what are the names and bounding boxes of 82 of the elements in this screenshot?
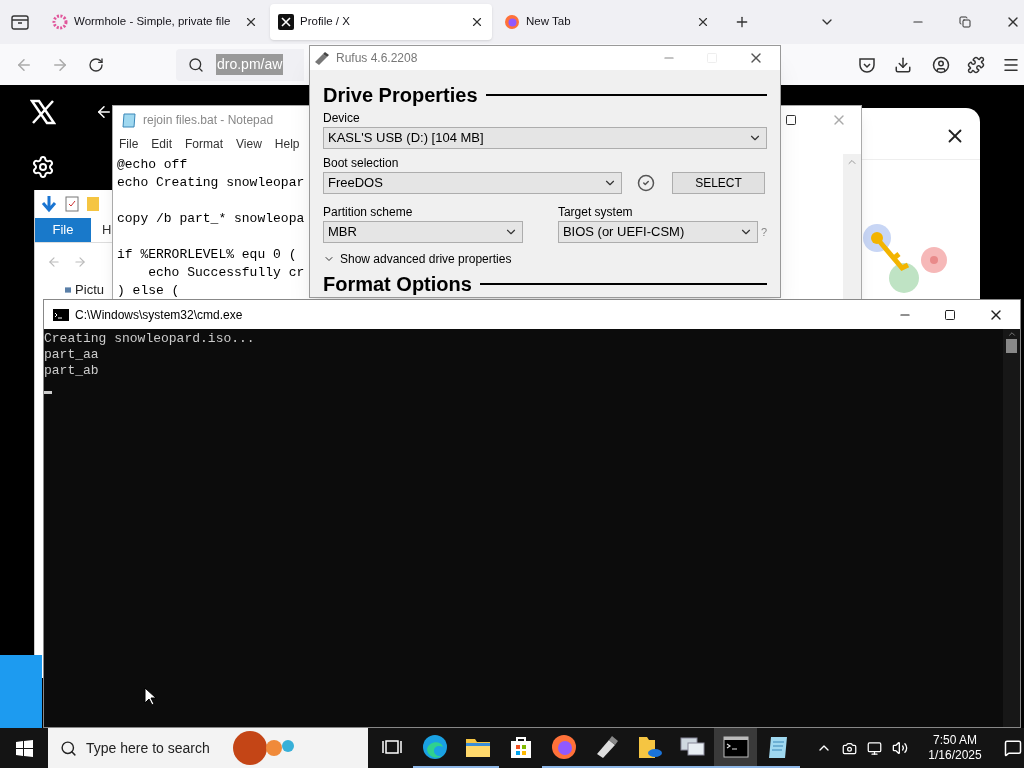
section-heading: Format Options <box>323 272 472 297</box>
monitors-icon[interactable] <box>679 735 706 759</box>
search-icon <box>60 739 77 757</box>
notifications-icon[interactable] <box>1004 739 1022 757</box>
wave-icon[interactable] <box>421 734 448 760</box>
clock-time[interactable]: 7:50 AM <box>933 733 977 748</box>
search-icon <box>188 56 204 73</box>
terminal-icon[interactable] <box>722 736 749 758</box>
code-line: echo Successfully cr <box>147 264 305 282</box>
window-title: Rufus 4.6.2208 <box>336 50 418 67</box>
window-title: rejoin files.bat - Notepad <box>143 112 275 129</box>
code-line: @echo off <box>117 156 188 174</box>
settings-icon[interactable] <box>31 155 55 179</box>
target-dropdown[interactable]: BIOS (or UEFI-CSM) <box>557 221 758 243</box>
field-label: Device <box>323 110 361 127</box>
nav-item[interactable]: Pictu <box>75 280 104 300</box>
folder-tray-icon[interactable] <box>11 14 29 30</box>
notepad-icon <box>121 112 137 128</box>
maximize-icon[interactable] <box>785 114 797 126</box>
menu-item[interactable]: File <box>119 135 139 153</box>
close-tab-icon[interactable] <box>470 15 484 29</box>
x-logo-icon[interactable] <box>30 99 56 125</box>
maximize-icon[interactable] <box>944 308 956 321</box>
taskbar-app[interactable] <box>714 728 757 768</box>
advanced-toggle[interactable]: Show advanced drive properties <box>340 250 512 268</box>
text-cursor <box>44 391 52 394</box>
console-line: Creating snowleopard.iso... <box>44 331 256 347</box>
menu-item[interactable]: View <box>236 135 262 153</box>
code-line: if %ERRORLEVEL% equ 0 ( <box>117 246 297 264</box>
code-line: ) else ( <box>117 282 180 300</box>
close-tab-icon[interactable] <box>244 15 258 29</box>
scroll-thumb[interactable] <box>1006 339 1017 353</box>
new-tab-icon[interactable] <box>734 14 750 30</box>
flower-icon <box>52 14 68 30</box>
boot-dropdown[interactable]: FreeDOS <box>323 172 622 194</box>
restore-icon[interactable] <box>959 16 971 28</box>
field-label: Partition scheme <box>323 204 414 221</box>
window-title: C:\Windows\system32\cmd.exe <box>75 306 243 324</box>
partition-dropdown[interactable]: MBR <box>323 221 523 243</box>
extensions-icon[interactable] <box>967 55 985 74</box>
windows-logo-icon[interactable] <box>16 739 33 757</box>
folder-cloud-icon[interactable] <box>636 734 663 760</box>
ribbon-tab[interactable]: H <box>91 218 112 242</box>
mouse-pointer-icon <box>144 687 156 706</box>
ribbon-tab[interactable]: File <box>35 218 91 242</box>
document-icon[interactable] <box>65 196 79 212</box>
usb-drive-icon <box>314 51 330 65</box>
menu-item[interactable]: Edit <box>151 135 173 153</box>
x-logo-icon <box>278 14 294 30</box>
reload-icon[interactable] <box>88 56 104 73</box>
device-dropdown[interactable]: KASL'S USB (D:) [104 MB] <box>323 127 767 149</box>
back-icon[interactable] <box>95 103 113 121</box>
account-icon[interactable] <box>932 55 950 74</box>
volume-icon[interactable] <box>892 740 908 756</box>
shield-icon[interactable] <box>858 55 876 74</box>
check-circle-icon[interactable] <box>637 174 655 192</box>
camera-icon[interactable] <box>842 740 857 756</box>
menu-item[interactable]: Format <box>185 135 224 153</box>
arrow-down-icon[interactable] <box>41 195 57 213</box>
select-button[interactable]: SELECT <box>672 172 765 194</box>
firefox-icon[interactable] <box>550 734 577 760</box>
clock-date[interactable]: 1/16/2025 <box>928 748 982 763</box>
field-label: Boot selection <box>323 155 400 172</box>
shopping-bag-icon[interactable] <box>508 735 533 759</box>
search-field[interactable]: Type here to search <box>48 728 368 768</box>
terminal-icon <box>53 308 69 321</box>
download-icon[interactable] <box>894 55 912 74</box>
console-line: part_ab <box>44 363 100 379</box>
firefox-icon <box>504 14 520 30</box>
task-view-icon[interactable] <box>381 737 402 757</box>
field-label: Target system <box>557 204 634 221</box>
menu-item[interactable]: Help <box>274 135 300 153</box>
scroll-up-icon[interactable] <box>1006 329 1017 339</box>
code-line: echo Creating snowleopar <box>117 174 305 192</box>
browser-tab[interactable]: Wormhole - Simple, private file <box>44 4 266 40</box>
section-heading: Drive Properties <box>323 83 478 108</box>
close-tab-icon[interactable] <box>696 15 710 29</box>
network-icon[interactable] <box>867 740 882 756</box>
browser-tab[interactable]: New Tab <box>496 4 718 40</box>
browser-tab[interactable]: Profile / X <box>270 4 492 40</box>
code-line: copy /b part_* snowleopa <box>117 210 305 228</box>
console-line: part_aa <box>44 347 100 363</box>
